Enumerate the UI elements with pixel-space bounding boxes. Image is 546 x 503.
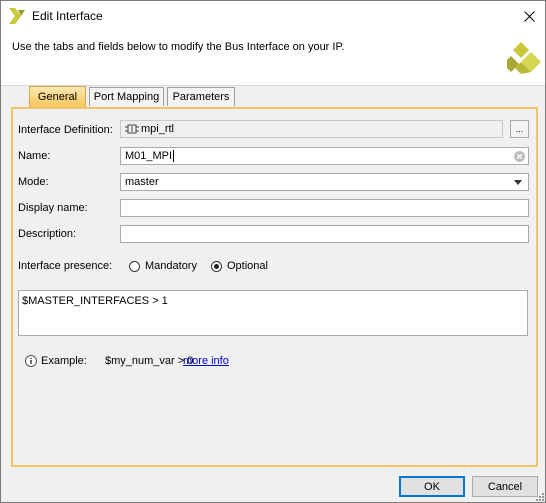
ok-button-label: OK <box>424 480 440 493</box>
window-title: Edit Interface <box>32 9 103 23</box>
display-name-label: Display name: <box>18 202 88 214</box>
clear-icon[interactable] <box>514 151 525 162</box>
close-icon <box>523 10 535 22</box>
title-bar: Edit Interface <box>1 1 545 31</box>
close-button[interactable] <box>517 5 541 27</box>
interface-definition-label: Interface Definition: <box>18 124 113 136</box>
chevron-down-icon <box>514 180 522 185</box>
tab-label: General <box>37 91 78 103</box>
mode-label: Mode: <box>18 176 49 188</box>
tab-label: Parameters <box>172 91 230 103</box>
presence-expression-input[interactable]: $MASTER_INTERFACES > 1 <box>18 290 528 336</box>
mode-select[interactable]: master <box>120 173 529 191</box>
xilinx-logo-icon <box>9 8 25 24</box>
interface-definition-value: mpi_rtl <box>141 123 175 135</box>
tab-general[interactable]: General <box>29 86 86 107</box>
mode-value: master <box>125 176 159 188</box>
example-label: Example: <box>41 355 87 367</box>
browse-interface-button[interactable]: ... <box>510 120 529 138</box>
tab-label: Port Mapping <box>93 91 160 103</box>
dialog-description: Use the tabs and fields below to modify … <box>12 41 345 53</box>
browse-label: ... <box>515 124 524 134</box>
display-name-input[interactable] <box>120 199 529 217</box>
info-icon <box>25 355 37 367</box>
interface-presence-label: Interface presence: <box>18 260 113 272</box>
resize-grip-icon[interactable] <box>535 492 545 502</box>
name-input[interactable]: M01_MPI <box>120 147 529 165</box>
dialog-header: Use the tabs and fields below to modify … <box>1 31 545 86</box>
tab-port-mapping[interactable]: Port Mapping <box>89 87 164 106</box>
optional-radio-label[interactable]: Optional <box>227 260 268 272</box>
tab-parameters[interactable]: Parameters <box>167 87 235 106</box>
description-label: Description: <box>18 228 77 240</box>
name-value: M01_MPI <box>125 150 173 162</box>
mandatory-radio-label[interactable]: Mandatory <box>145 260 197 272</box>
xilinx-logo-icon <box>507 42 541 74</box>
presence-expression-value: $MASTER_INTERFACES > 1 <box>22 295 168 307</box>
text-cursor <box>173 150 175 162</box>
example-text: $my_num_var > 0 <box>105 355 194 367</box>
mandatory-radio[interactable] <box>129 261 140 272</box>
name-label: Name: <box>18 150 51 162</box>
ok-button[interactable]: OK <box>399 476 465 497</box>
bus-interface-icon <box>125 124 139 134</box>
optional-radio[interactable] <box>211 261 222 272</box>
edit-interface-dialog: Edit Interface Use the tabs and fields b… <box>0 0 546 503</box>
cancel-button-label: Cancel <box>487 480 523 493</box>
more-info-link[interactable]: more info <box>183 355 229 367</box>
cancel-button[interactable]: Cancel <box>472 476 538 497</box>
interface-definition-field: mpi_rtl <box>120 120 503 138</box>
description-input[interactable] <box>120 225 529 243</box>
